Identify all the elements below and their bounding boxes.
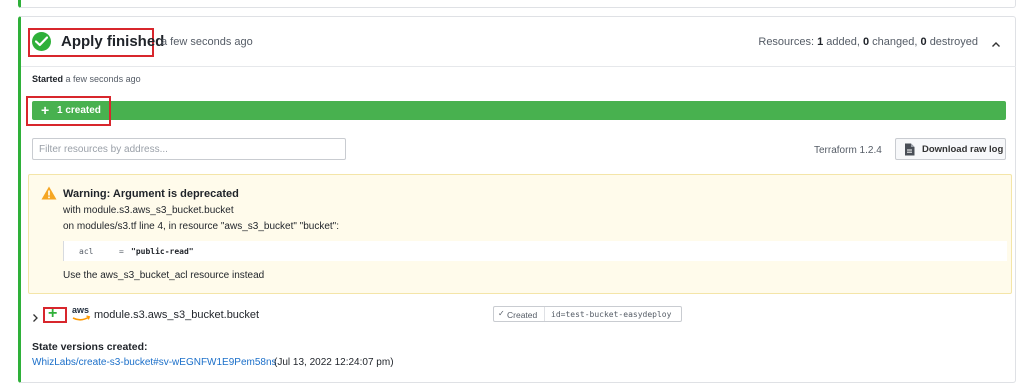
warning-title: Warning: Argument is deprecated — [63, 188, 239, 200]
code-value: "public-read" — [131, 247, 194, 256]
state-version-date: (Jul 13, 2022 12:24:07 pm) — [274, 357, 394, 368]
apply-header[interactable]: Apply finished a few seconds ago Resourc… — [21, 17, 1016, 67]
resources-changed-count: 0 — [862, 36, 870, 48]
created-summary-label: 1 created — [57, 105, 101, 116]
resources-destroyed-label: destroyed — [929, 36, 978, 48]
resources-added-label: added, — [826, 36, 860, 48]
aws-logo-text: aws — [72, 305, 90, 315]
warning-location: with module.s3.aws_s3_bucket.bucket — [63, 205, 234, 216]
warning-source: on modules/s3.tf line 4, in resource "aw… — [63, 221, 340, 232]
code-key: acl — [79, 247, 94, 256]
check-circle-icon — [32, 32, 51, 51]
download-raw-log-button[interactable]: Download raw log — [895, 138, 1006, 160]
resources-added-count: 1 — [817, 36, 824, 48]
plus-icon: + — [41, 102, 50, 118]
started-info: Started a few seconds ago — [32, 74, 141, 84]
filter-resources-input[interactable] — [32, 138, 346, 160]
apply-status-time: a few seconds ago — [161, 36, 253, 48]
download-raw-log-label: Download raw log — [922, 144, 1004, 155]
created-summary-bar[interactable] — [32, 101, 1006, 120]
warning-triangle-icon — [41, 186, 57, 205]
resource-status-badge: ✓ Created id=test-bucket-easydeploy — [493, 306, 682, 322]
plus-icon: + — [48, 305, 58, 322]
resource-address: module.s3.aws_s3_bucket.bucket — [94, 309, 260, 321]
started-time: a few seconds ago — [65, 74, 141, 84]
badge-divider — [544, 307, 545, 321]
code-equals: = — [119, 247, 124, 256]
resource-id: id=test-bucket-easydeploy — [551, 310, 672, 319]
resource-row[interactable]: + aws module.s3.aws_s3_bucket.bucket ✓ C… — [21, 302, 1016, 328]
resources-changed-label: changed, — [872, 36, 918, 48]
apply-run-card: Apply finished a few seconds ago Resourc… — [18, 16, 1016, 383]
resource-status: Created — [507, 310, 538, 320]
warning-advice: Use the aws_s3_bucket_acl resource inste… — [63, 270, 265, 281]
checkmark-icon: ✓ — [498, 309, 505, 318]
terraform-version: Terraform 1.2.4 — [814, 145, 882, 156]
state-versions-title: State versions created: — [32, 341, 148, 353]
apply-status-title: Apply finished — [61, 33, 165, 50]
chevron-up-icon[interactable] — [991, 37, 1001, 47]
document-icon — [904, 143, 915, 161]
previous-run-card — [18, 0, 1016, 8]
state-version-link[interactable]: WhizLabs/create-s3-bucket#sv-wEGNFW1E9Pe… — [32, 357, 277, 368]
resources-prefix: Resources: — [758, 36, 815, 48]
started-label: Started — [32, 74, 64, 84]
warning-code-snippet: acl = "public-read" — [63, 241, 1007, 261]
resources-summary: Resources: 1 added, 0 changed, 0 destroy… — [758, 36, 978, 48]
resources-destroyed-count: 0 — [920, 36, 927, 48]
chevron-right-icon[interactable] — [32, 310, 39, 328]
deprecation-warning: Warning: Argument is deprecated with mod… — [28, 174, 1012, 294]
